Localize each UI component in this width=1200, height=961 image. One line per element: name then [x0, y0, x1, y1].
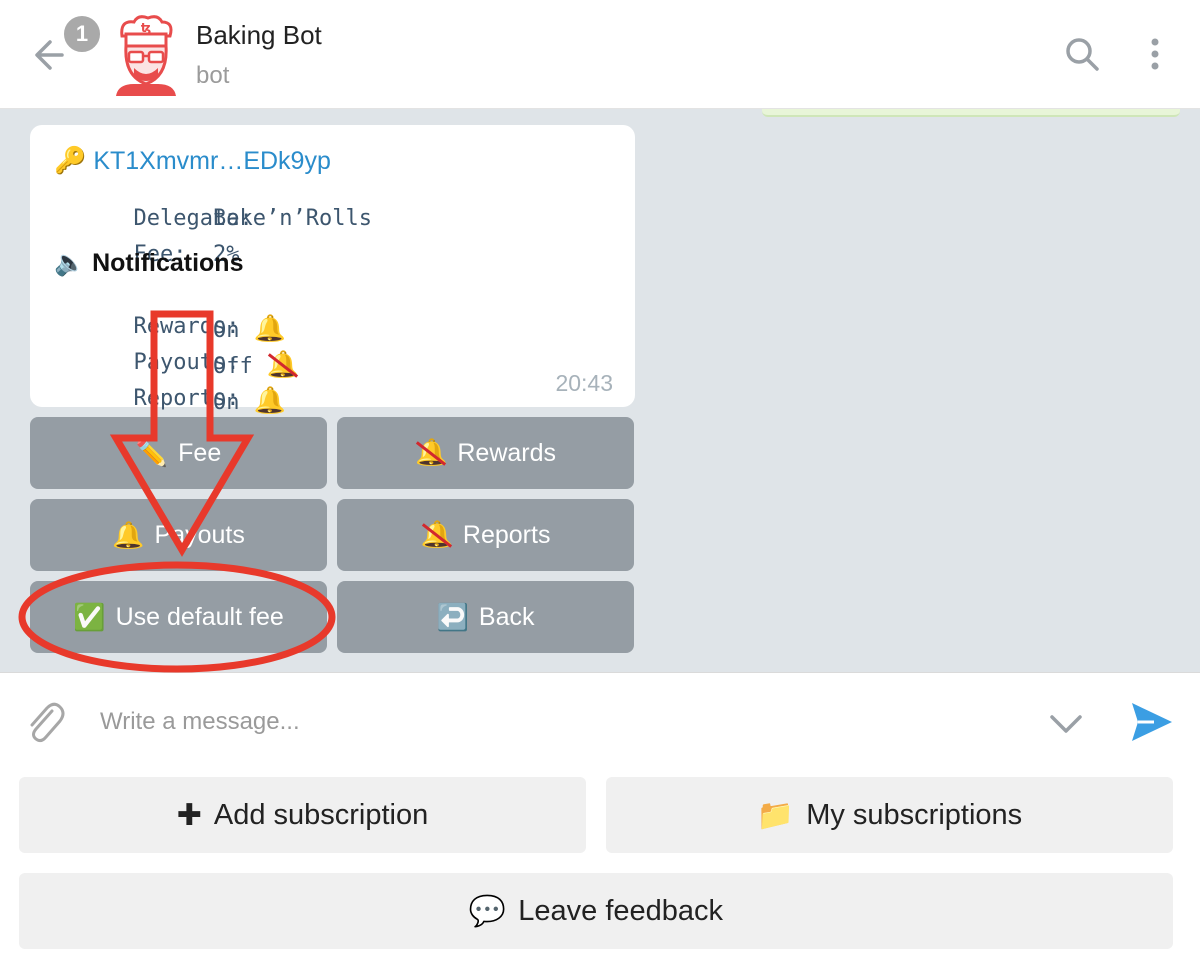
chat-subtitle: bot: [196, 62, 230, 89]
svg-text:ꜩ: ꜩ: [141, 21, 151, 35]
message-input[interactable]: [98, 695, 1022, 749]
leave-feedback-button[interactable]: 💬 Leave feedback: [19, 873, 1173, 949]
bell-icon: 🔔: [112, 519, 145, 550]
bell-off-icon: 🔔: [266, 350, 300, 380]
send-icon[interactable]: [1128, 699, 1176, 745]
previous-message-edge: [762, 109, 1180, 117]
bell-icon: 🔔: [253, 386, 286, 416]
bot-message: 🔑 KT1Xmvmr…EDk9yp Delegate: Bake’n’Rolls …: [30, 125, 635, 416]
unread-badge: 1: [62, 14, 102, 54]
chat-history[interactable]: 🔑 KT1Xmvmr…EDk9yp Delegate: Bake’n’Rolls …: [0, 109, 1200, 672]
chat-title: Baking Bot: [196, 20, 322, 50]
message-composer: [0, 672, 1200, 769]
search-icon[interactable]: [1062, 34, 1102, 74]
speaker-icon: 🔈: [54, 249, 86, 277]
use-default-fee-button[interactable]: ✅ Use default fee: [30, 581, 327, 653]
check-mark-icon: ✅: [73, 601, 106, 632]
my-subscriptions-button[interactable]: 📁 My subscriptions: [606, 777, 1173, 853]
back-button[interactable]: ↩️ Back: [337, 581, 634, 653]
bell-off-icon: 🔔: [420, 520, 453, 550]
speech-bubble-icon: 💬: [468, 894, 507, 928]
bot-avatar[interactable]: ꜩ: [108, 14, 182, 96]
bell-icon: 🔔: [253, 314, 286, 344]
paperclip-icon[interactable]: [22, 697, 66, 745]
fee-button[interactable]: ✏️ Fee: [30, 417, 327, 489]
message-time: 20:43: [555, 370, 613, 396]
chevron-down-icon[interactable]: [1046, 703, 1086, 743]
pencil-icon: ✏️: [135, 437, 169, 468]
add-subscription-button[interactable]: ✚ Add subscription: [19, 777, 586, 853]
chat-header: 1 ꜩ Baking Bot bot: [0, 0, 1200, 109]
reports-toggle-button[interactable]: 🔔 Reports: [337, 499, 634, 571]
folder-icon: 📁: [756, 798, 795, 832]
plus-icon: ✚: [176, 798, 202, 832]
return-arrow-icon: ↩️: [436, 601, 469, 632]
key-icon: 🔑: [54, 145, 87, 175]
payouts-toggle-button[interactable]: 🔔 Payouts: [30, 499, 327, 571]
rewards-toggle-button[interactable]: 🔔 Rewards: [337, 417, 634, 489]
contract-address-link[interactable]: 🔑 KT1Xmvmr…EDk9yp: [54, 145, 331, 176]
notifications-heading: 🔈 Notifications: [54, 249, 244, 277]
bell-off-icon: 🔔: [414, 438, 448, 468]
more-options-icon[interactable]: [1140, 34, 1170, 74]
